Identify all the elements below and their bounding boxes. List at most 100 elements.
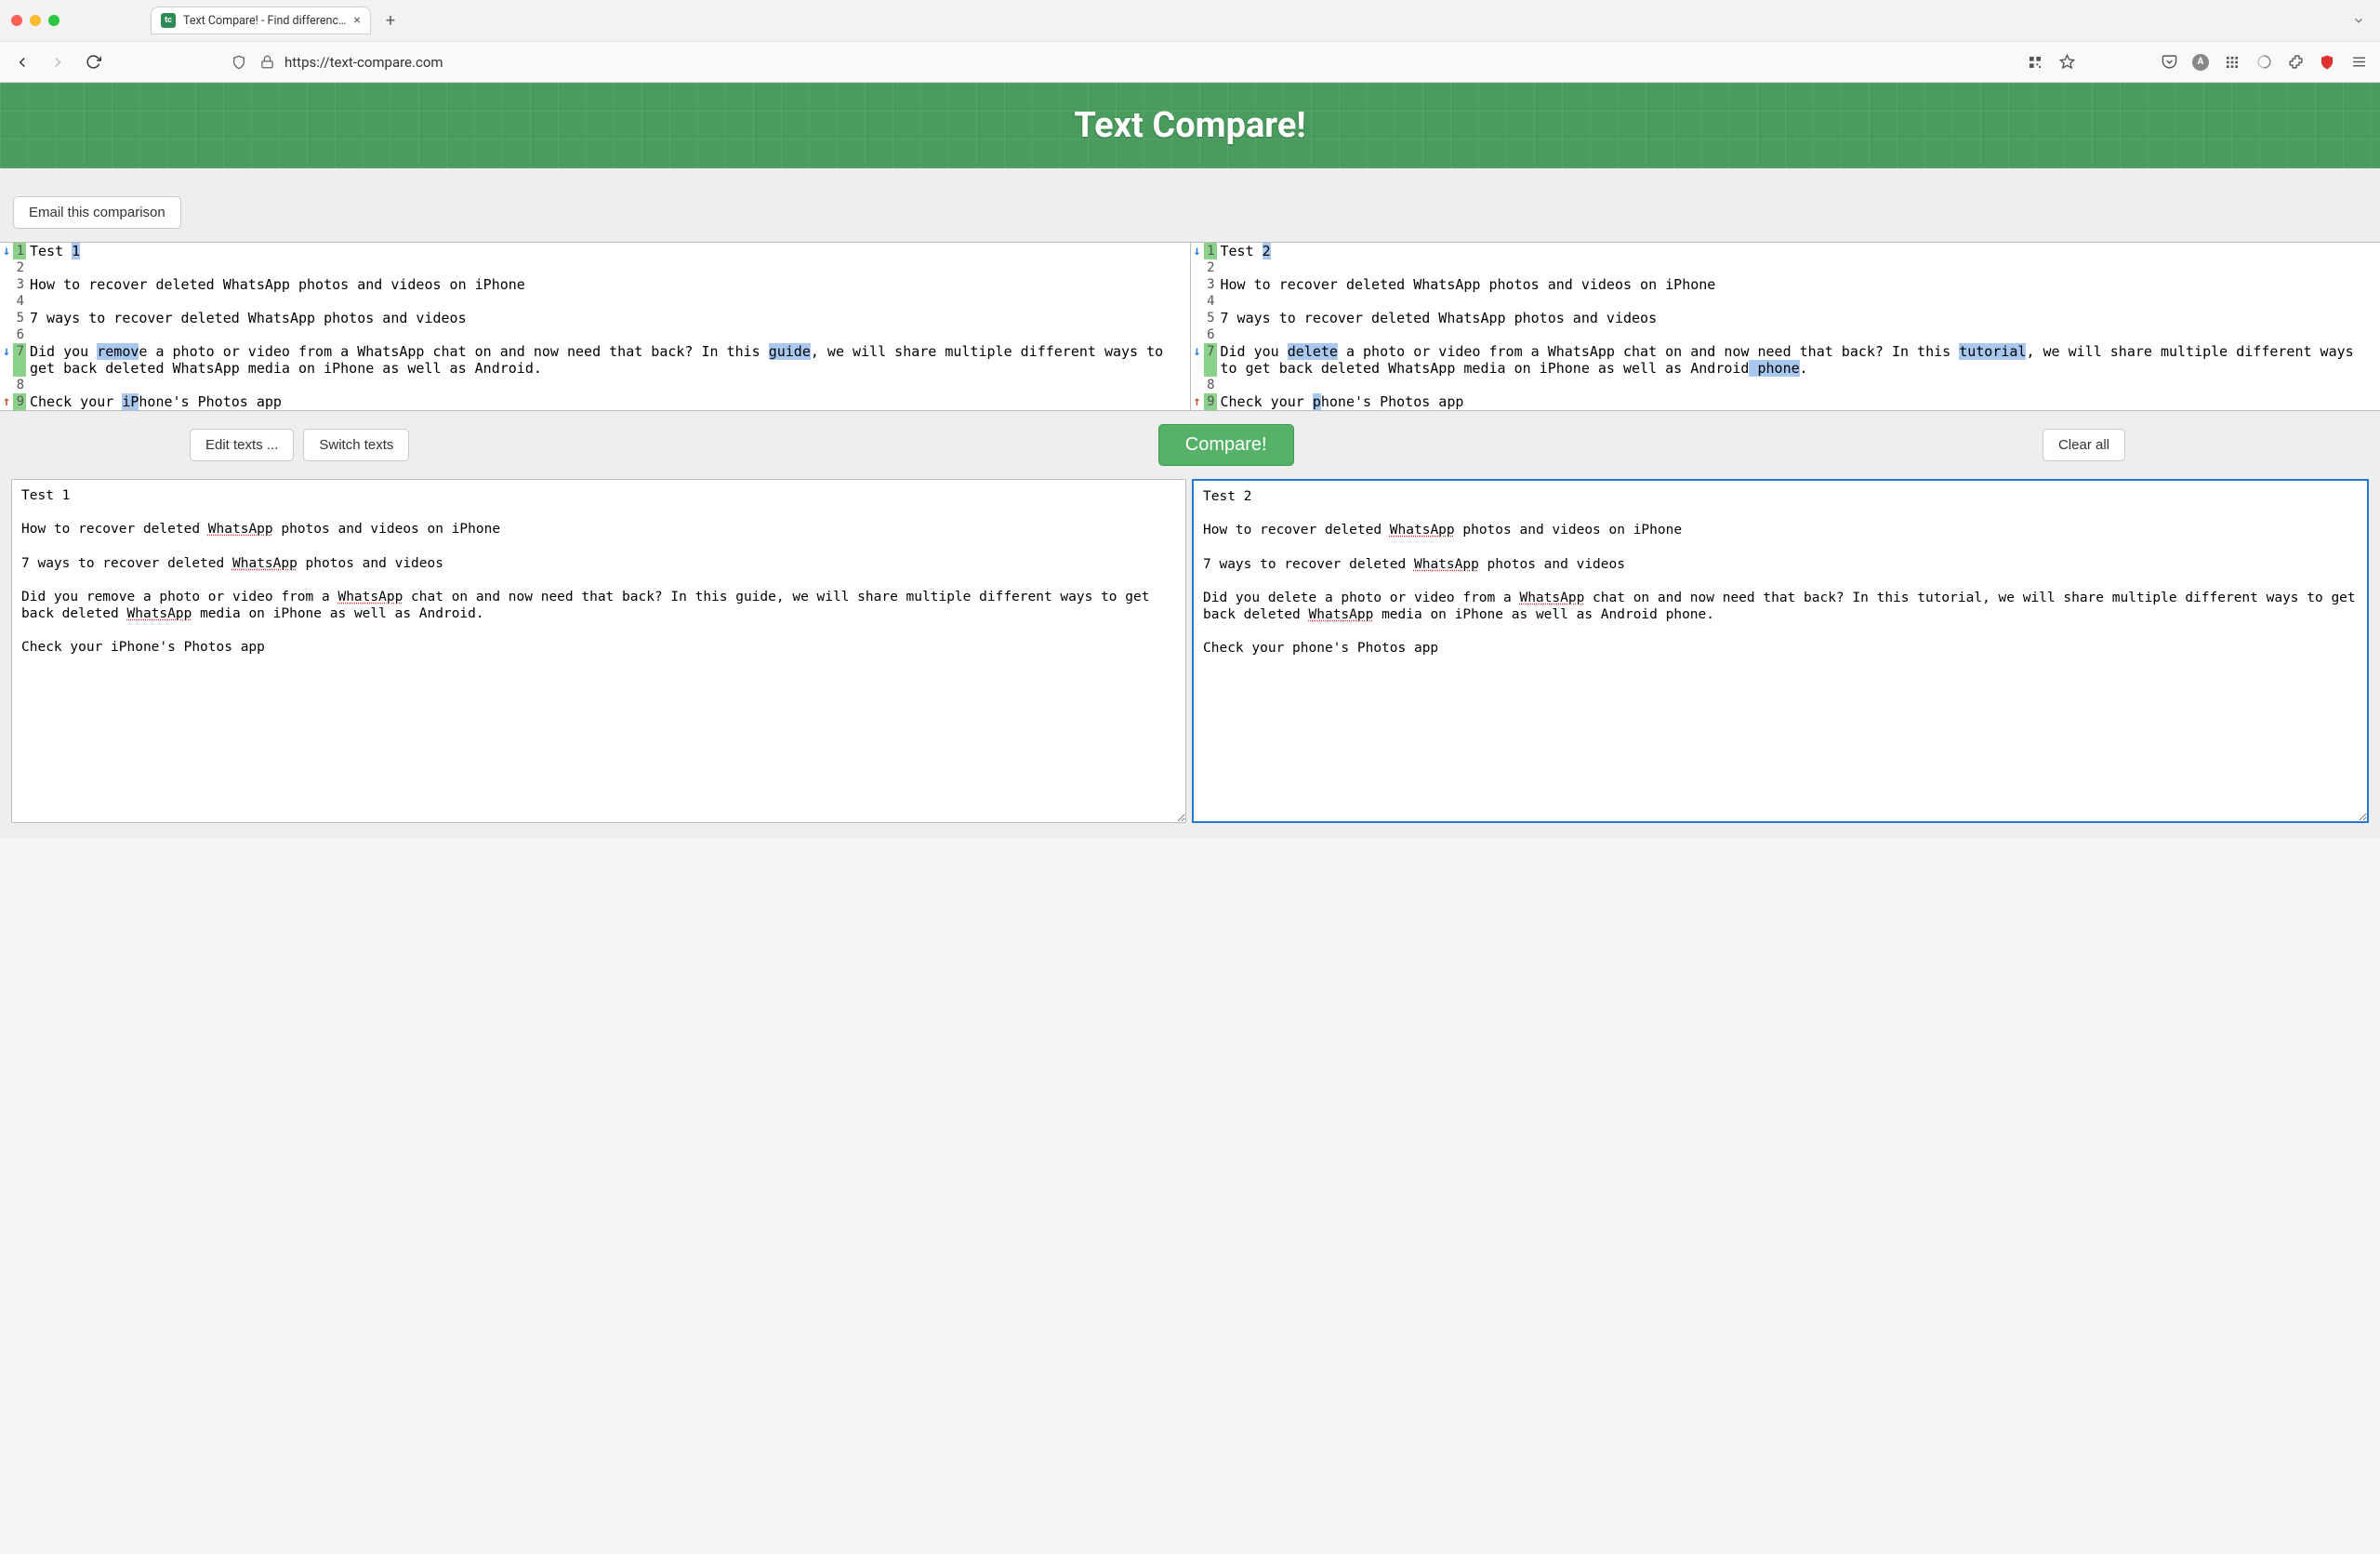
line-number: 5 [13,310,26,326]
diff-line-content: 7 ways to recover deleted WhatsApp photo… [26,310,1190,326]
next-diff-icon[interactable] [0,243,13,259]
new-tab-button[interactable]: + [378,7,403,34]
line-number: 2 [13,259,26,276]
reload-button[interactable] [84,53,102,72]
diff-marker-empty [1191,326,1204,343]
diff-row[interactable]: 57 ways to recover deleted WhatsApp phot… [1191,310,2380,326]
diff-line-content [1217,259,2380,276]
next-diff-icon[interactable] [1191,343,1204,377]
diff-row[interactable]: 3How to recover deleted WhatsApp photos … [1191,276,2380,293]
diff-line-content: Did you delete a photo or video from a W… [1217,343,2380,377]
diff-marker-empty [0,293,13,310]
diff-row[interactable]: 57 ways to recover deleted WhatsApp phot… [0,310,1190,326]
textareas-row: Test 1How to recover deleted WhatsApp ph… [0,479,2380,838]
diff-row[interactable]: 6 [0,326,1190,343]
prev-diff-icon[interactable] [0,393,13,410]
diff-row[interactable]: 3How to recover deleted WhatsApp photos … [0,276,1190,293]
window-close-button[interactable] [11,15,22,26]
diff-output: 1Test 123How to recover deleted WhatsApp… [0,242,2380,411]
sync-icon[interactable] [2255,54,2272,71]
diff-marker-empty [0,310,13,326]
hamburger-menu-icon[interactable] [2350,54,2367,71]
page-title: Text Compare! [1074,105,1305,146]
edit-texts-button[interactable]: Edit texts ... [190,429,294,461]
line-number: 4 [13,293,26,310]
forward-button[interactable] [48,53,67,72]
diff-line-content: How to recover deleted WhatsApp photos a… [26,276,1190,293]
clear-all-button[interactable]: Clear all [2043,429,2125,461]
qr-icon[interactable] [2027,54,2043,71]
diff-line-content: Test 1 [26,243,1190,259]
diff-line-content [26,326,1190,343]
prev-diff-icon[interactable] [1191,393,1204,410]
line-number: 3 [13,276,26,293]
toolbar-right: A [2027,54,2367,71]
line-number: 6 [1204,326,1217,343]
diff-row[interactable]: 4 [1191,293,2380,310]
diff-line-content [26,377,1190,393]
next-diff-icon[interactable] [0,343,13,377]
diff-row[interactable]: 7Did you delete a photo or video from a … [1191,343,2380,377]
line-number: 7 [13,343,26,377]
compare-button[interactable]: Compare! [1158,424,1294,466]
account-icon[interactable]: A [2192,54,2209,71]
url-bar[interactable]: https://text-compare.com [119,54,2010,71]
diff-marker-empty [1191,276,1204,293]
diff-row[interactable]: 6 [1191,326,2380,343]
diff-marker-empty [1191,259,1204,276]
apps-grid-icon[interactable] [2224,54,2241,71]
page-banner: Text Compare! [0,83,2380,168]
line-number: 6 [13,326,26,343]
diff-line-content: Check your phone's Photos app [1217,393,2380,410]
tab-close-button[interactable]: × [353,13,360,28]
window-maximize-button[interactable] [48,15,60,26]
window-minimize-button[interactable] [30,15,41,26]
shield-icon[interactable] [231,54,247,71]
diff-row[interactable]: 4 [0,293,1190,310]
line-number: 5 [1204,310,1217,326]
line-number: 9 [13,393,26,410]
diff-marker-empty [0,276,13,293]
adblock-shield-icon[interactable] [2319,54,2335,71]
diff-line-content [1217,293,2380,310]
diff-row[interactable]: 1Test 1 [0,243,1190,259]
diff-row[interactable]: 8 [0,377,1190,393]
line-number: 8 [13,377,26,393]
tab-title: Text Compare! - Find differenc… [183,14,346,28]
line-number: 3 [1204,276,1217,293]
diff-line-content [1217,326,2380,343]
diff-row[interactable]: 9Check your phone's Photos app [1191,393,2380,410]
diff-line-content: How to recover deleted WhatsApp photos a… [1217,276,2380,293]
diff-row[interactable]: 2 [0,259,1190,276]
switch-texts-button[interactable]: Switch texts [303,429,409,461]
diff-left-panel: 1Test 123How to recover deleted WhatsApp… [0,243,1191,410]
left-textarea[interactable]: Test 1How to recover deleted WhatsApp ph… [11,479,1186,823]
favicon-icon: tc [161,13,176,28]
line-number: 4 [1204,293,1217,310]
back-button[interactable] [13,53,32,72]
diff-row[interactable]: 9Check your iPhone's Photos app [0,393,1190,410]
diff-line-content: 7 ways to recover deleted WhatsApp photo… [1217,310,2380,326]
lock-icon[interactable] [258,54,275,71]
tab-strip: tc Text Compare! - Find differenc… × + [0,0,2380,41]
line-number: 2 [1204,259,1217,276]
diff-row[interactable]: 2 [1191,259,2380,276]
diff-line-content [26,293,1190,310]
email-comparison-button[interactable]: Email this comparison [13,196,181,229]
url-text: https://text-compare.com [284,54,443,71]
diff-marker-empty [0,259,13,276]
browser-tab[interactable]: tc Text Compare! - Find differenc… × [151,7,371,34]
pocket-icon[interactable] [2161,54,2177,71]
diff-row[interactable]: 7Did you remove a photo or video from a … [0,343,1190,377]
right-textarea[interactable]: Test 2How to recover deleted WhatsApp ph… [1192,479,2369,823]
diff-line-content: Check your iPhone's Photos app [26,393,1190,410]
diff-line-content: Test 2 [1217,243,2380,259]
tabs-dropdown-button[interactable] [2348,10,2369,31]
diff-row[interactable]: 1Test 2 [1191,243,2380,259]
diff-row[interactable]: 8 [1191,377,2380,393]
extensions-icon[interactable] [2287,54,2304,71]
page-body: Email this comparison 1Test 123How to re… [0,168,2380,838]
next-diff-icon[interactable] [1191,243,1204,259]
bookmark-star-icon[interactable] [2058,54,2075,71]
diff-line-content [26,259,1190,276]
